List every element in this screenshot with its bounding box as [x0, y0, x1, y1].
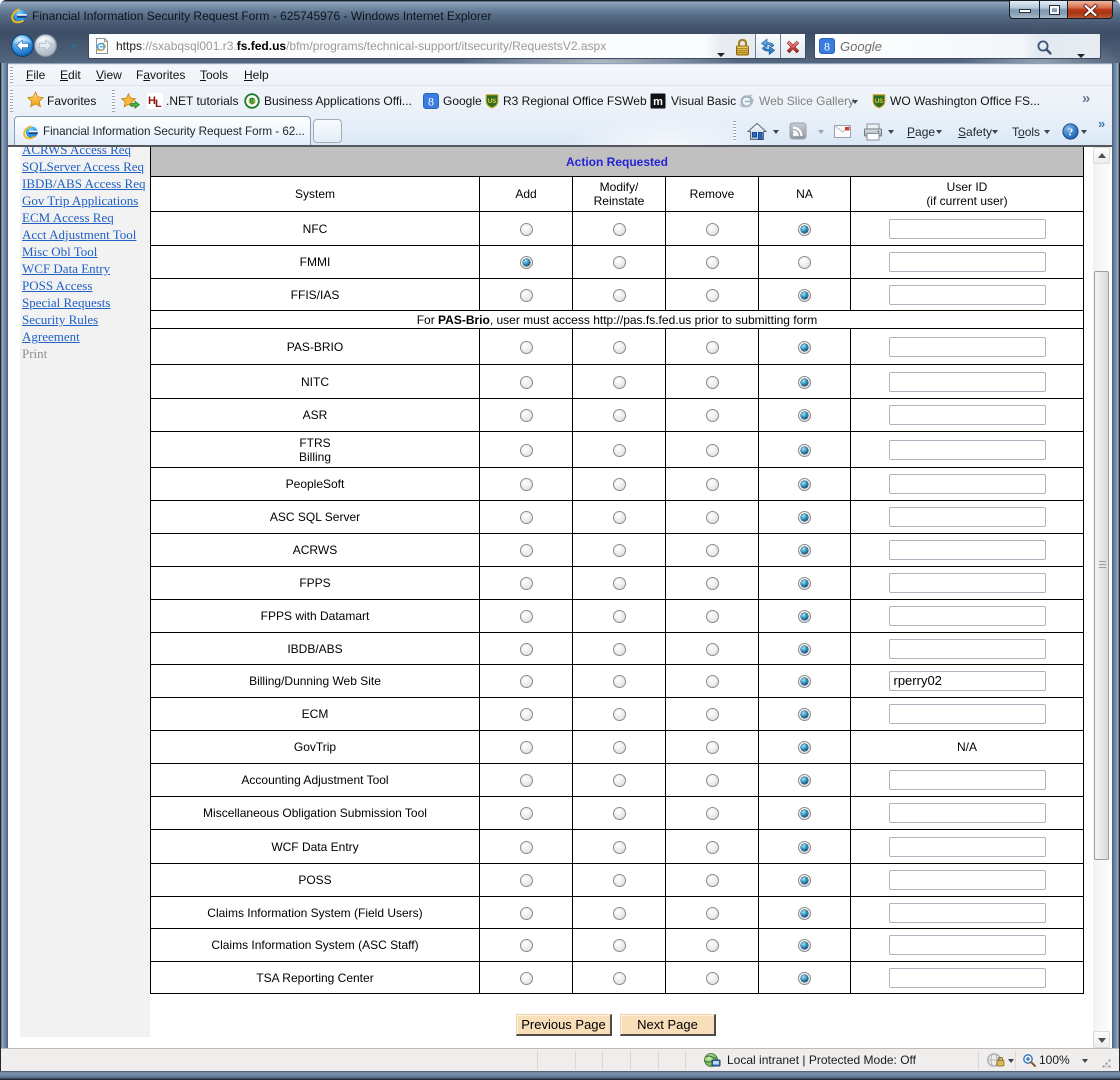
svg-text:8: 8: [428, 95, 434, 109]
svg-text:m: m: [653, 96, 663, 108]
svg-text:?: ?: [1068, 127, 1074, 139]
svg-text:US: US: [248, 100, 256, 106]
svg-text:US: US: [488, 99, 496, 105]
svg-text:US: US: [875, 99, 883, 105]
svg-text:L: L: [155, 98, 162, 109]
svg-text:8: 8: [824, 40, 830, 54]
